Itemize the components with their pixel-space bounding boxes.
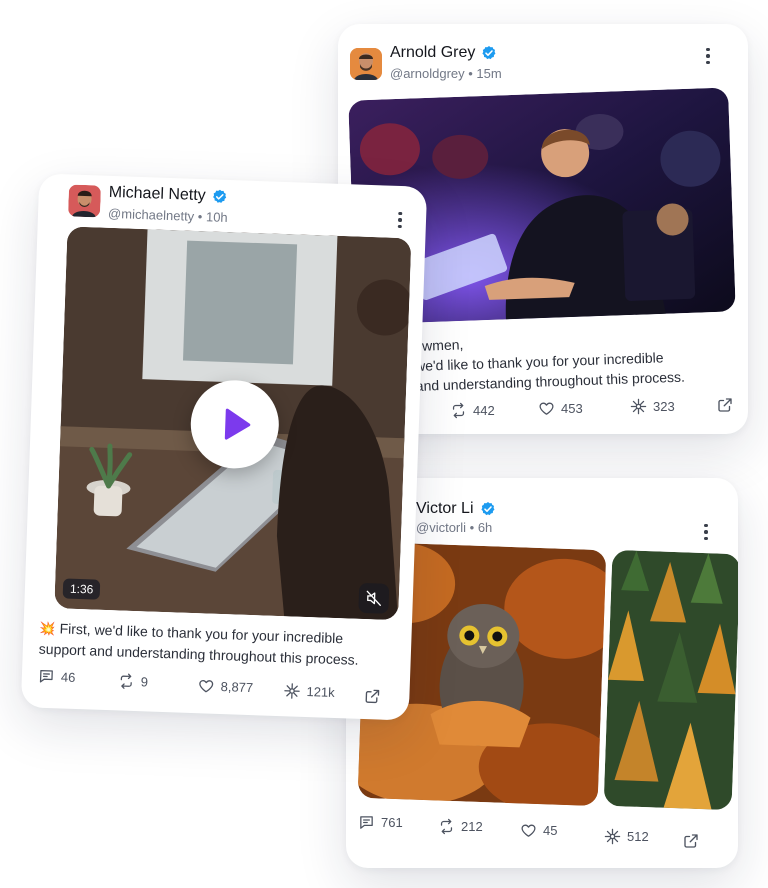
verified-icon — [211, 188, 228, 205]
author-meta: @arnoldgrey • 15m — [390, 66, 502, 81]
post-text: owmen, we'd like to thank you for your i… — [414, 336, 686, 394]
author-name-text[interactable]: Victor Li — [416, 500, 474, 518]
like-count: 453 — [561, 401, 583, 416]
like-count: 8,877 — [220, 679, 254, 696]
repost-button[interactable]: 212 — [438, 818, 483, 835]
avatar[interactable] — [67, 184, 102, 218]
post-text-block: 💥 First, we'd like to thank you for your… — [39, 618, 392, 671]
more-dots-icon[interactable] — [698, 44, 718, 68]
spark-icon — [283, 682, 301, 700]
author-meta: @michaelnetty • 10h — [107, 205, 228, 225]
mute-button[interactable] — [358, 582, 390, 614]
verified-icon — [480, 501, 496, 517]
author-handle[interactable]: @arnoldgrey — [390, 66, 465, 81]
repost-count: 212 — [461, 819, 483, 834]
spark-icon — [630, 398, 647, 415]
author-name[interactable]: Michael Netty — [108, 184, 227, 206]
spark-button[interactable]: 512 — [604, 828, 649, 845]
more-dots-icon[interactable] — [390, 208, 411, 233]
post-text: First, we'd like to thank you for your i… — [38, 620, 359, 668]
post-time: 10h — [205, 209, 228, 225]
heart-icon — [197, 677, 215, 695]
comment-icon — [358, 814, 375, 831]
repost-button[interactable]: 442 — [450, 402, 495, 419]
like-button[interactable]: 453 — [538, 400, 583, 417]
repost-icon — [450, 402, 467, 419]
like-button[interactable]: 45 — [520, 822, 557, 839]
heart-icon — [538, 400, 555, 417]
share-icon[interactable] — [363, 687, 382, 706]
author-handle[interactable]: @michaelnetty — [108, 206, 195, 224]
spark-count: 121k — [306, 684, 335, 701]
spark-button[interactable]: 323 — [630, 398, 675, 415]
repost-button[interactable]: 9 — [117, 672, 148, 690]
comment-button[interactable]: 46 — [38, 668, 76, 686]
comment-button[interactable]: 761 — [358, 814, 403, 831]
author-name[interactable]: Arnold Grey — [390, 44, 497, 62]
spark-count: 512 — [627, 829, 649, 844]
author-name-text[interactable]: Michael Netty — [108, 184, 206, 205]
spark-count: 323 — [653, 399, 675, 414]
like-button[interactable]: 8,877 — [197, 677, 253, 696]
repost-count: 442 — [473, 403, 495, 418]
play-icon — [224, 408, 251, 440]
heart-icon — [520, 822, 537, 839]
author-name-text[interactable]: Arnold Grey — [390, 44, 475, 62]
mute-icon — [366, 590, 381, 606]
comment-count: 46 — [60, 669, 76, 685]
avatar[interactable] — [350, 48, 382, 80]
video-duration: 1:36 — [62, 578, 101, 600]
spark-button[interactable]: 121k — [283, 682, 335, 701]
comment-icon — [38, 668, 56, 686]
repost-icon — [117, 672, 135, 690]
comment-count: 761 — [381, 815, 403, 830]
share-icon[interactable] — [716, 396, 734, 414]
post-time: 15m — [476, 66, 502, 81]
emoji: 💥 — [39, 620, 57, 637]
more-dots-icon[interactable] — [696, 520, 716, 544]
post-time: 6h — [477, 520, 493, 535]
verified-icon — [481, 45, 497, 61]
repost-count: 9 — [140, 674, 149, 690]
repost-icon — [438, 818, 455, 835]
post-card-michael: Michael Netty @michaelnetty • 10h 1:36 💥… — [20, 173, 428, 721]
author-meta: @victorli • 6h — [416, 520, 493, 535]
spark-icon — [604, 828, 621, 845]
author-name[interactable]: Victor Li — [416, 500, 496, 518]
post-image-forest[interactable] — [603, 549, 738, 811]
like-count: 45 — [543, 823, 558, 838]
share-icon[interactable] — [682, 832, 700, 850]
author-handle[interactable]: @victorli — [416, 520, 466, 535]
